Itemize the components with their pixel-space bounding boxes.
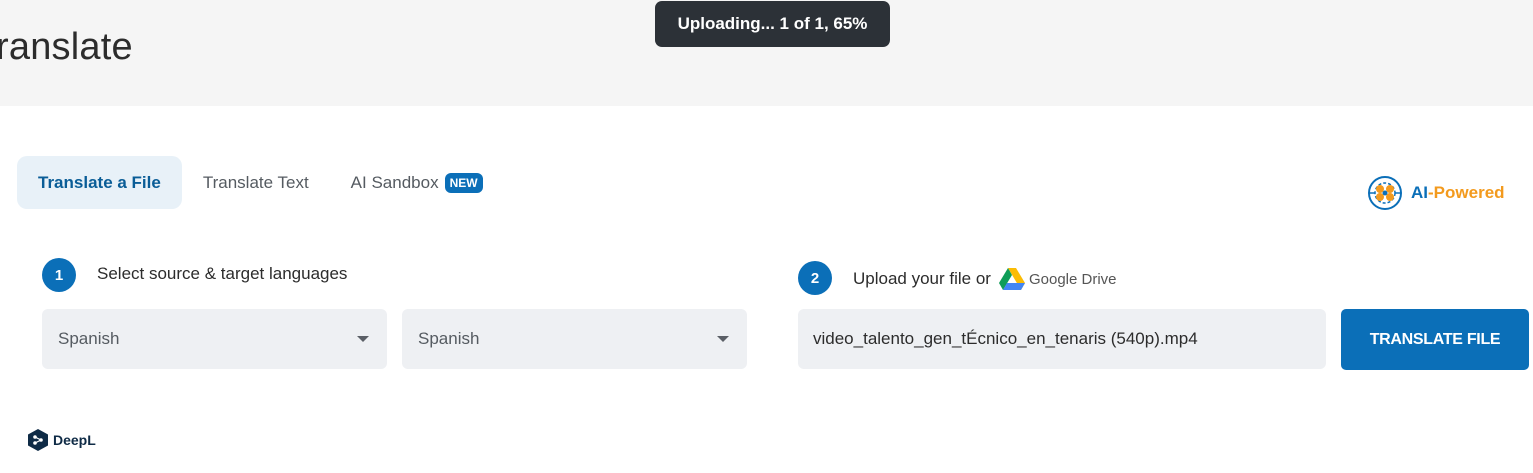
deepl-attribution: DeepL [28,429,96,451]
step-1: 1 Select source & target languages [42,258,347,292]
step-1-label: Select source & target languages [97,264,348,283]
upload-progress-toast: Uploading... 1 of 1, 65% [655,1,890,47]
chevron-down-icon [717,336,729,342]
page-title: ranslate [0,26,133,68]
google-drive-icon [998,268,1025,290]
target-language-value: Spanish [418,329,480,348]
deepl-logo-icon [28,429,48,451]
translate-file-button[interactable]: TRANSLATE FILE [1341,309,1529,370]
step-2-label: Upload your file or Google Drive [853,268,1117,290]
step-1-number: 1 [42,258,76,292]
tab-ai-sandbox[interactable]: AI Sandbox NEW [330,156,504,209]
tab-translate-file[interactable]: Translate a File [17,156,182,209]
source-language-select[interactable]: Spanish [42,309,387,369]
tab-translate-text[interactable]: Translate Text [182,156,330,209]
ai-powered-label: AI-Powered [1411,183,1505,202]
file-upload-field[interactable]: video_talento_gen_tÉcnico_en_tenaris (54… [798,309,1326,369]
file-name: video_talento_gen_tÉcnico_en_tenaris (54… [813,329,1198,348]
tab-ai-sandbox-label: AI Sandbox [350,172,439,192]
target-language-select[interactable]: Spanish [402,309,747,369]
new-badge: NEW [444,172,483,193]
brain-network-icon [1368,176,1402,210]
upload-label: Upload your file or [853,269,991,288]
deepl-name: DeepL [53,432,96,448]
chevron-down-icon [357,336,369,342]
mode-tabs: Translate a File Translate Text AI Sandb… [17,156,504,209]
google-drive-link[interactable]: Google Drive [998,268,1117,290]
ai-powered-badge: AI-Powered [1365,174,1505,212]
step-2: 2 Upload your file or Google Drive [798,261,1117,295]
google-drive-label: Google Drive [1028,270,1117,288]
step-2-number: 2 [798,261,832,295]
source-language-value: Spanish [58,329,120,348]
